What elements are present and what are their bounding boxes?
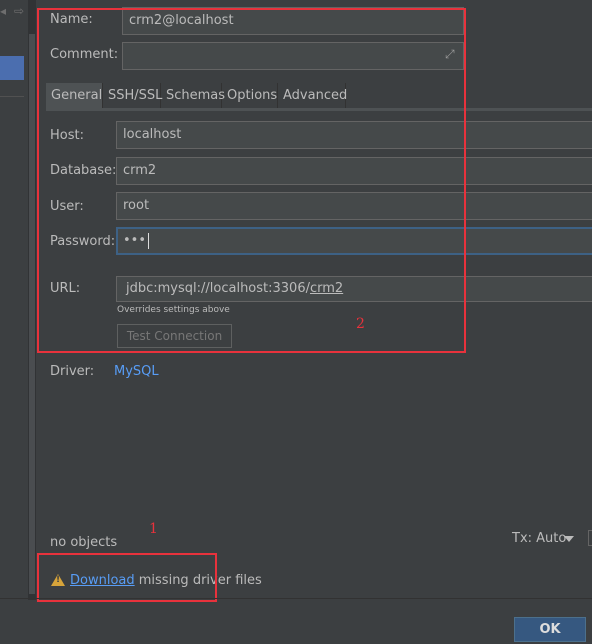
arrow-left-icon[interactable]: ◂ bbox=[0, 4, 6, 18]
side-panel bbox=[0, 0, 24, 600]
driver-link[interactable]: MySQL bbox=[114, 364, 159, 379]
navigate-icon[interactable]: ⇨ bbox=[14, 4, 24, 18]
tx-mode-dropdown[interactable]: Tx: Auto bbox=[512, 531, 566, 546]
ok-button[interactable]: OK bbox=[514, 617, 586, 642]
splitter[interactable] bbox=[28, 0, 36, 600]
objects-status: no objects bbox=[50, 535, 118, 550]
chevron-down-icon[interactable] bbox=[564, 536, 574, 542]
driver-label: Driver: bbox=[50, 364, 95, 379]
annotation-box-2 bbox=[37, 8, 466, 353]
annotation-marker-1: 1 bbox=[149, 521, 158, 537]
side-panel-divider bbox=[0, 96, 24, 97]
annotation-marker-2: 2 bbox=[356, 316, 365, 332]
footer-divider bbox=[0, 598, 592, 599]
scrollbar-thumb[interactable] bbox=[29, 34, 35, 594]
side-panel-selected-item[interactable] bbox=[0, 56, 24, 80]
edge-control[interactable] bbox=[588, 530, 592, 546]
annotation-box-1 bbox=[37, 553, 217, 602]
